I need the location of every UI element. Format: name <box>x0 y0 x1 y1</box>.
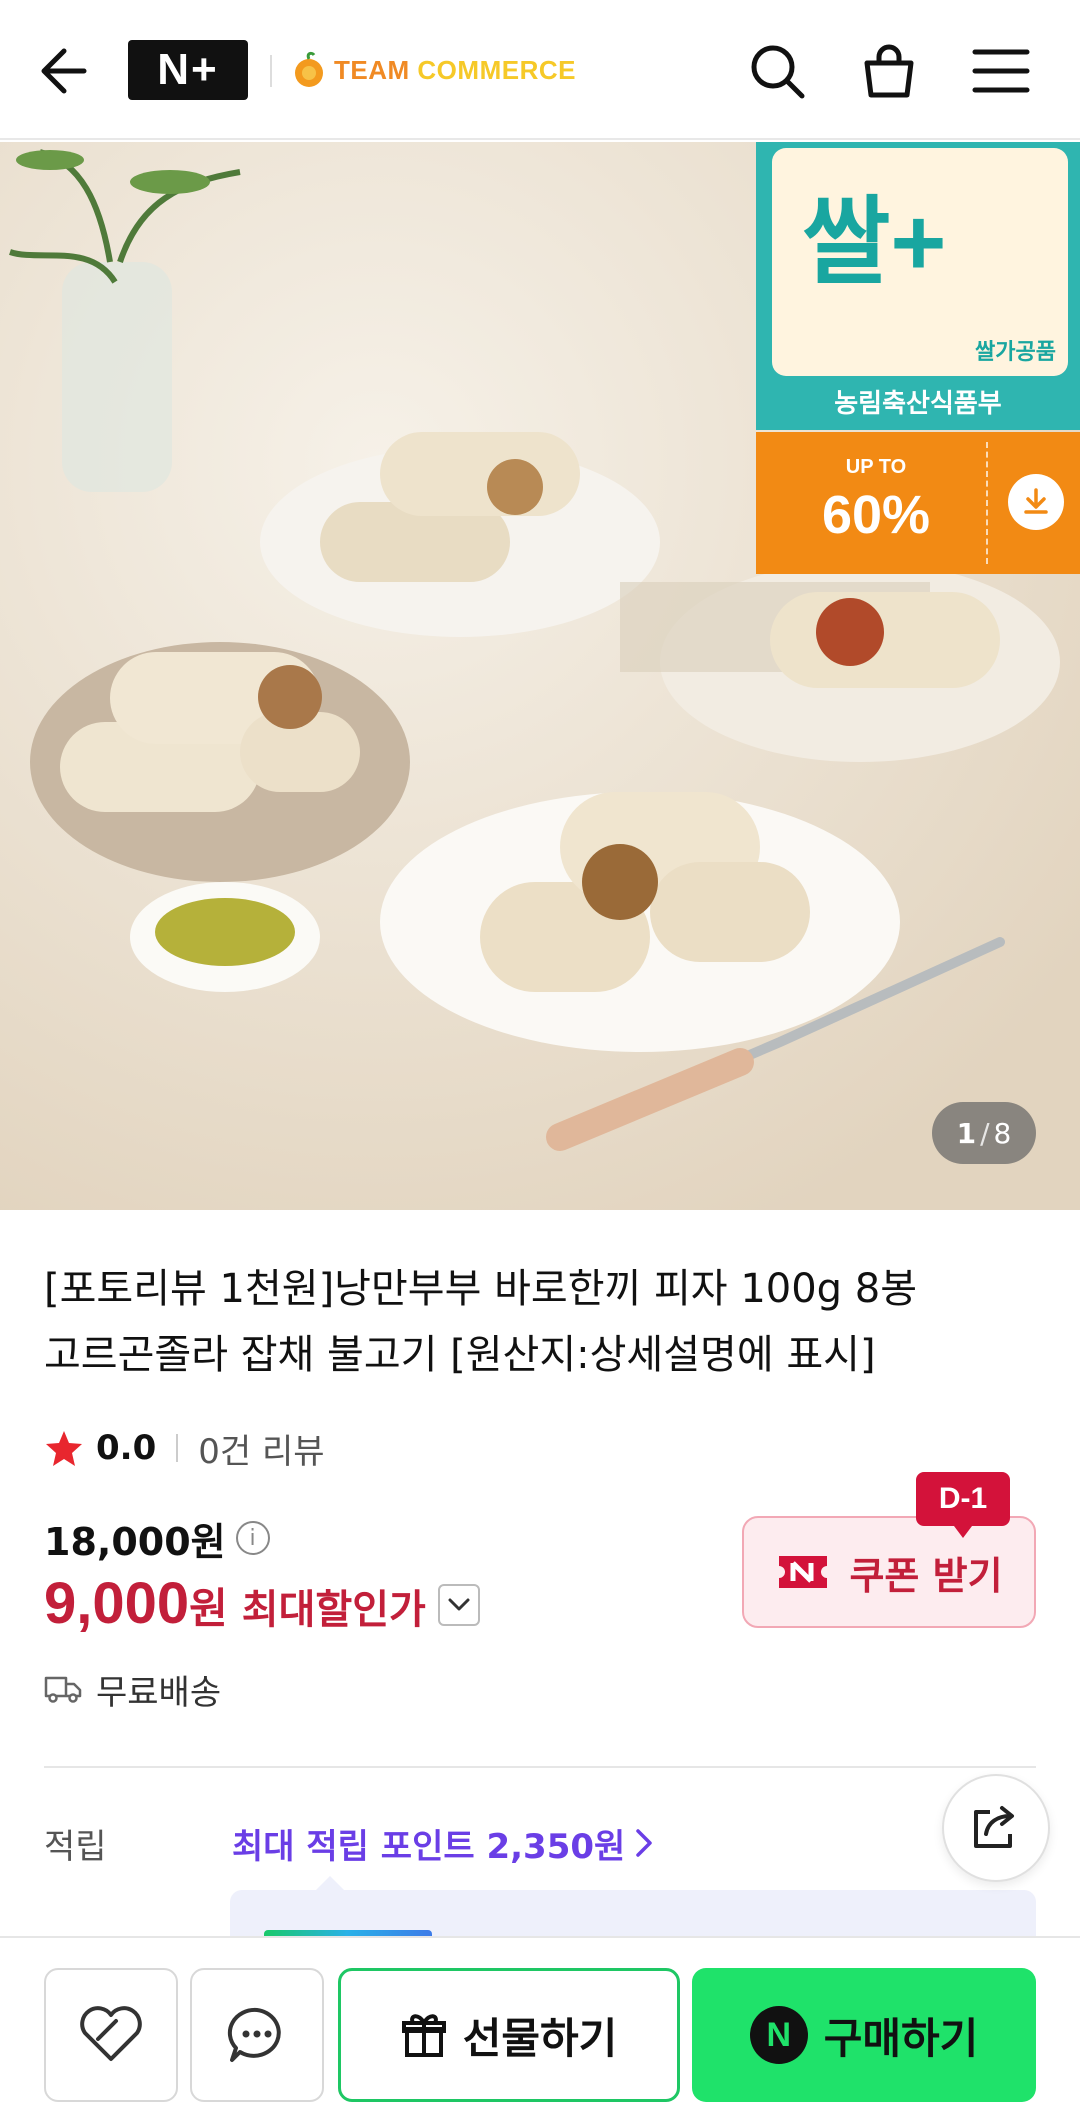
share-button[interactable] <box>942 1774 1050 1882</box>
sale-price-row: 9,000 원 최대할인가 <box>44 1570 480 1640</box>
buy-label: 구매하기 <box>823 2013 979 2063</box>
rating-row[interactable]: 0.0 0건 리뷰 <box>44 1422 325 1474</box>
ssal-plus-sub: 쌀가공품 <box>975 340 1056 365</box>
star-icon <box>46 1431 82 1466</box>
promo-label: UP TO <box>845 456 907 478</box>
naver-plus-logo[interactable]: N+ <box>128 40 248 100</box>
review-count[interactable]: 0건 리뷰 <box>198 1424 324 1473</box>
truck-icon <box>44 1676 82 1703</box>
product-title-line2: 고르곤졸라 잡채 불고기 [원산지:상세설명에 표시] <box>44 1332 876 1378</box>
points-value[interactable]: 최대 적립 포인트 2,350원 <box>232 1819 625 1868</box>
discount-promo-badge[interactable]: UP TO 60% <box>756 432 1080 574</box>
product-title-line1: [포토리뷰 1천원]낭만부부 바로한끼 피자 100g 8봉 <box>44 1266 918 1312</box>
search-icon[interactable] <box>742 36 812 106</box>
ssal-plus-badge[interactable]: 쌀+ 쌀가공품 농림축산식품부 <box>756 142 1080 430</box>
shipping-row: 무료배송 <box>44 1664 221 1714</box>
naver-n-icon: N <box>749 2006 808 2064</box>
team-logo-word2: COMMERCE <box>417 54 576 85</box>
chevron-down-icon[interactable] <box>437 1584 480 1626</box>
promo-value: 60% <box>821 485 931 545</box>
chevron-right-icon[interactable] <box>635 1828 653 1858</box>
page-total: 8 <box>993 1116 1012 1150</box>
share-icon <box>974 1806 1014 1848</box>
rating-score: 0.0 <box>96 1428 157 1468</box>
promo-separator <box>986 442 988 564</box>
image-page-indicator: 1/8 <box>932 1102 1036 1164</box>
menu-icon[interactable] <box>966 36 1036 106</box>
section-divider <box>44 1766 1036 1768</box>
top-header: N+ TEAM COMMERCE <box>0 0 1080 140</box>
info-icon[interactable]: i <box>235 1521 270 1555</box>
bottom-action-bar: 선물하기 N 구매하기 <box>0 1936 1080 2128</box>
download-icon[interactable] <box>1008 474 1064 530</box>
gift-label: 선물하기 <box>462 2013 618 2063</box>
orange-fruit-icon <box>295 51 323 87</box>
team-logo-word1: TEAM <box>334 54 410 85</box>
page-separator: / <box>980 1116 990 1150</box>
gift-button[interactable]: 선물하기 <box>338 1968 680 2102</box>
original-price: 18,000원 <box>44 1519 226 1564</box>
back-arrow-icon[interactable] <box>36 38 96 104</box>
product-image-carousel[interactable]: 쌀+ 쌀가공품 농림축산식품부 UP TO 60% 1/8 <box>0 142 1080 1210</box>
team-commerce-logo[interactable]: TEAM COMMERCE <box>292 48 576 92</box>
ministry-label: 농림축산식품부 <box>834 389 1002 419</box>
naver-n-ticket-icon <box>779 1556 828 1588</box>
d-day-badge: D-1 <box>916 1472 1010 1538</box>
coupon-label: 쿠폰 받기 <box>849 1553 1003 1598</box>
wishlist-button[interactable] <box>44 1968 178 2102</box>
coupon-button[interactable]: 쿠폰 받기 <box>742 1516 1036 1628</box>
rating-divider <box>176 1434 179 1462</box>
points-label: 적립 <box>44 1826 107 1867</box>
product-title: [포토리뷰 1천원]낭만부부 바로한끼 피자 100g 8봉 고르곤졸라 잡채 … <box>44 1256 1034 1388</box>
sale-price-unit: 원 <box>189 1584 228 1633</box>
ssal-plus-title: 쌀+ <box>802 189 947 296</box>
gift-icon <box>401 2014 446 2057</box>
original-price-row: 18,000원 i <box>44 1508 270 1568</box>
page-current: 1 <box>956 1116 977 1150</box>
shipping-label: 무료배송 <box>96 1672 222 1713</box>
cart-icon[interactable] <box>854 36 924 106</box>
chat-button[interactable] <box>190 1968 324 2102</box>
chat-icon <box>227 2007 281 2062</box>
max-discount-label: 최대할인가 <box>241 1587 426 1633</box>
brand-divider <box>270 55 272 87</box>
heart-icon <box>80 2006 142 2061</box>
points-row[interactable]: 적립 최대 적립 포인트 2,350원 <box>44 1816 1044 1870</box>
sale-price: 9,000 <box>44 1571 190 1636</box>
buy-button[interactable]: N 구매하기 <box>692 1968 1036 2102</box>
ssal-plus-logo-area: 쌀+ 쌀가공품 <box>772 148 1068 376</box>
